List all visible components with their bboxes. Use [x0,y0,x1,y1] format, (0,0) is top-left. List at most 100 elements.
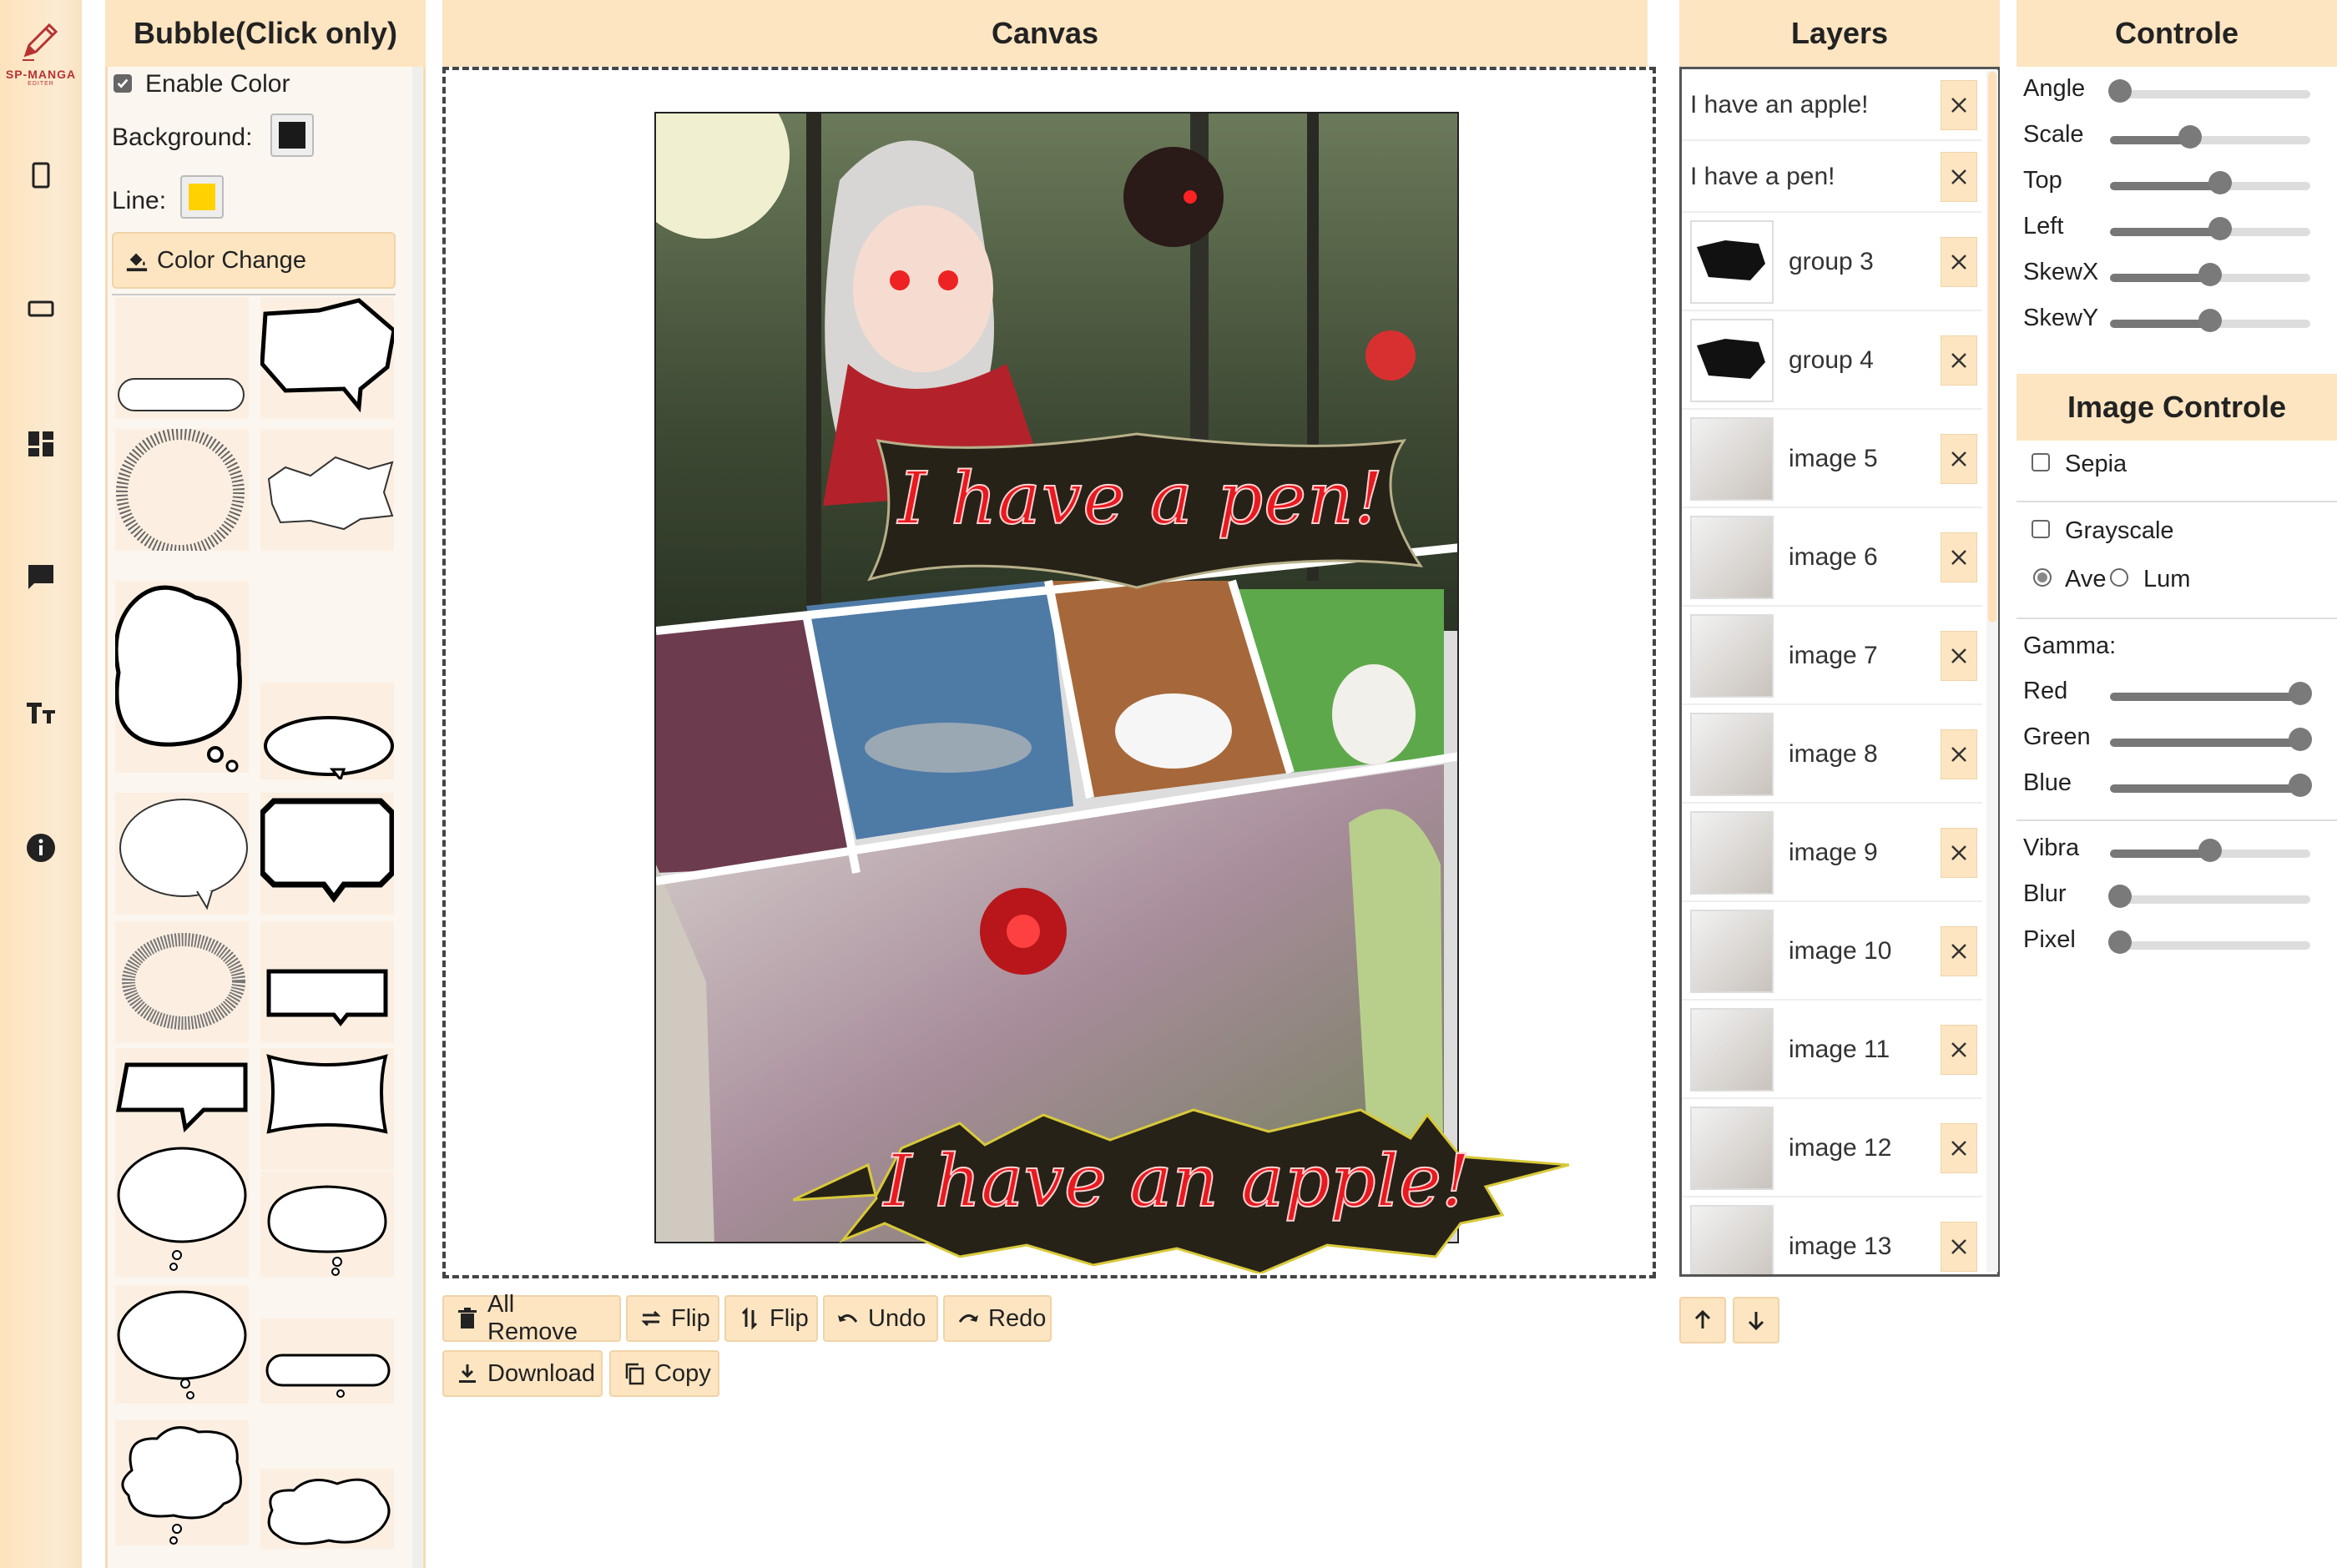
background-color-swatch[interactable] [270,113,314,157]
layer-thumbnail [1690,1008,1774,1092]
dashboard-icon[interactable] [21,424,61,464]
bubble-option[interactable] [260,429,394,551]
bubble-option[interactable] [115,793,249,915]
info-icon[interactable] [21,828,61,868]
layers-scroll-thumb[interactable] [1988,72,1996,623]
slider-handle[interactable] [2289,682,2312,705]
copy-button[interactable]: Copy [609,1350,719,1397]
line-color-swatch[interactable] [180,175,224,219]
layer-down-button[interactable] [1733,1297,1779,1344]
bubble-option[interactable] [260,1318,394,1404]
all-remove-button[interactable]: All Remove [442,1291,621,1345]
manga-page[interactable] [654,112,1459,1243]
bubble-option[interactable] [115,428,249,557]
slider-track[interactable] [2108,885,2310,908]
slider-track[interactable] [2108,930,2310,954]
bubble-option[interactable] [260,297,396,419]
layer-row[interactable]: group 4 [1682,311,1982,410]
layer-remove-button[interactable] [1941,434,1977,484]
layer-remove-button[interactable] [1941,926,1977,976]
bubble-option[interactable] [260,1172,394,1277]
slider-track[interactable] [2108,79,2310,103]
bubble-option[interactable] [115,1285,249,1404]
layer-row[interactable]: image 10 [1682,902,1982,1001]
ave-radio[interactable] [2033,568,2052,587]
slider-track[interactable] [2110,263,2310,286]
slider-track[interactable] [2110,309,2310,332]
slider-handle[interactable] [2198,839,2222,862]
layer-remove-button[interactable] [1941,1025,1977,1075]
speech-bubble-top[interactable]: I have a pen! [853,424,1429,599]
bubble-option[interactable] [260,1048,394,1170]
enable-color-checkbox[interactable] [114,74,132,93]
layer-remove-button[interactable] [1941,335,1977,386]
speech-bubble-bottom[interactable]: I have an apple! [793,1098,1569,1273]
text-size-icon[interactable] [21,693,61,733]
undo-button[interactable]: Undo [823,1295,938,1342]
landscape-page-icon[interactable] [21,289,61,329]
bubble-option[interactable] [260,683,394,783]
slider-handle[interactable] [2289,728,2312,751]
copy-icon [625,1363,644,1385]
layer-row[interactable]: image 11 [1682,1001,1982,1099]
bubble-panel-scrollbar[interactable] [412,67,422,1568]
redo-button[interactable]: Redo [943,1295,1052,1342]
layer-remove-button[interactable] [1941,631,1977,681]
layer-row[interactable]: image 6 [1682,508,1982,607]
layer-remove-button[interactable] [1941,729,1977,779]
portrait-page-icon[interactable] [21,155,61,195]
slider-handle[interactable] [2198,263,2222,286]
bubble-option[interactable] [115,921,249,1043]
layers-list[interactable]: I have an apple! I have a pen! group 3 grou… [1679,67,2000,1277]
layer-thumbnail [1690,910,1774,993]
slider-track[interactable] [2110,728,2312,751]
slider-handle[interactable] [2178,125,2202,149]
sepia-checkbox[interactable] [2032,453,2050,471]
slider-handle[interactable] [2289,774,2312,797]
layer-remove-button[interactable] [1941,80,1977,130]
layer-row[interactable]: I have a pen! [1682,141,1982,213]
layer-row[interactable]: I have an apple! [1682,69,1982,141]
bubble-option[interactable] [259,793,396,915]
bubble-option[interactable] [115,1420,249,1545]
slider-handle[interactable] [2108,930,2132,954]
slider-handle[interactable] [2108,79,2132,103]
layer-row[interactable]: group 3 [1682,213,1982,311]
layer-row[interactable]: image 9 [1682,804,1982,902]
slider-track[interactable] [2110,774,2312,797]
layer-up-button[interactable] [1679,1297,1726,1344]
lum-radio[interactable] [2110,568,2128,587]
bubble-option[interactable] [260,921,394,1043]
layer-row[interactable]: image 13 [1682,1197,1982,1274]
slider-track[interactable] [2110,217,2310,240]
bubble-option[interactable] [260,1469,394,1549]
layer-row[interactable]: image 5 [1682,410,1982,508]
slider-handle[interactable] [2198,309,2222,332]
layer-remove-button[interactable] [1941,237,1977,287]
slider-track[interactable] [2110,171,2310,194]
slider-track[interactable] [2110,125,2310,149]
slider-handle[interactable] [2208,217,2232,240]
layer-row[interactable]: image 7 [1682,607,1982,705]
bubble-option[interactable] [115,297,249,419]
slider-track[interactable] [2110,839,2310,862]
layer-remove-button[interactable] [1941,828,1977,878]
layer-remove-button[interactable] [1941,1123,1977,1173]
color-change-button[interactable]: Color Change [112,232,396,289]
grayscale-checkbox[interactable] [2032,520,2050,538]
slider-track[interactable] [2110,682,2312,705]
chat-bubble-icon[interactable] [21,557,61,597]
layer-row[interactable]: image 12 [1682,1099,1982,1197]
bubble-option[interactable] [115,1142,249,1277]
flip-horizontal-button[interactable]: Flip [626,1295,719,1342]
layer-remove-button[interactable] [1941,152,1977,202]
slider-handle[interactable] [2208,171,2232,194]
bubble-option[interactable] [114,581,249,773]
gamma-label: Gamma: [2023,633,2117,659]
layer-remove-button[interactable] [1941,532,1977,582]
slider-handle[interactable] [2108,885,2132,908]
layer-row[interactable]: image 8 [1682,705,1982,804]
download-button[interactable]: Download [442,1350,603,1397]
flip-vertical-button[interactable]: Flip [724,1295,818,1342]
layer-remove-button[interactable] [1941,1222,1977,1272]
